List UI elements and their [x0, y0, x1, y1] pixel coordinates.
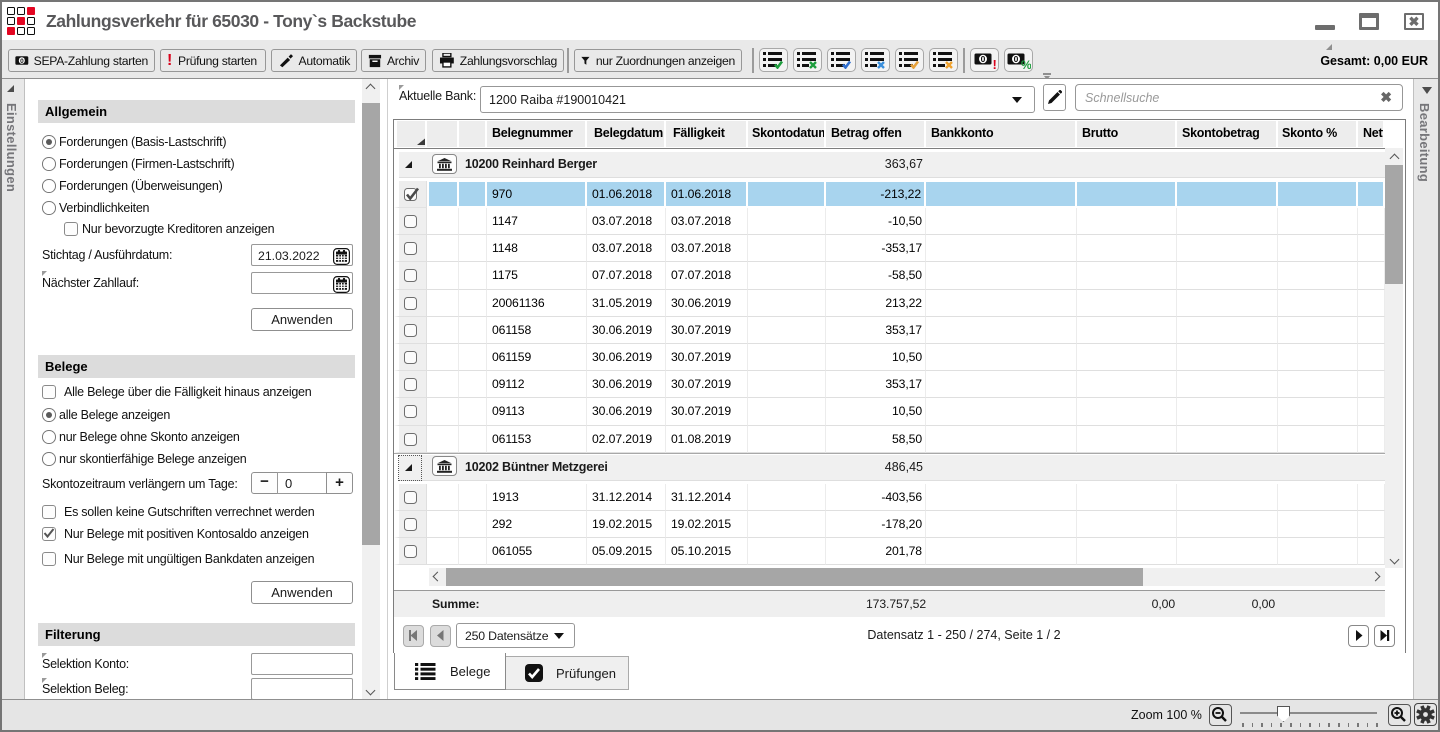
svg-text:0: 0 [980, 54, 985, 64]
svg-text:0: 0 [1013, 54, 1018, 64]
svg-text:!: ! [992, 57, 996, 69]
svg-text:%: % [1021, 58, 1031, 69]
